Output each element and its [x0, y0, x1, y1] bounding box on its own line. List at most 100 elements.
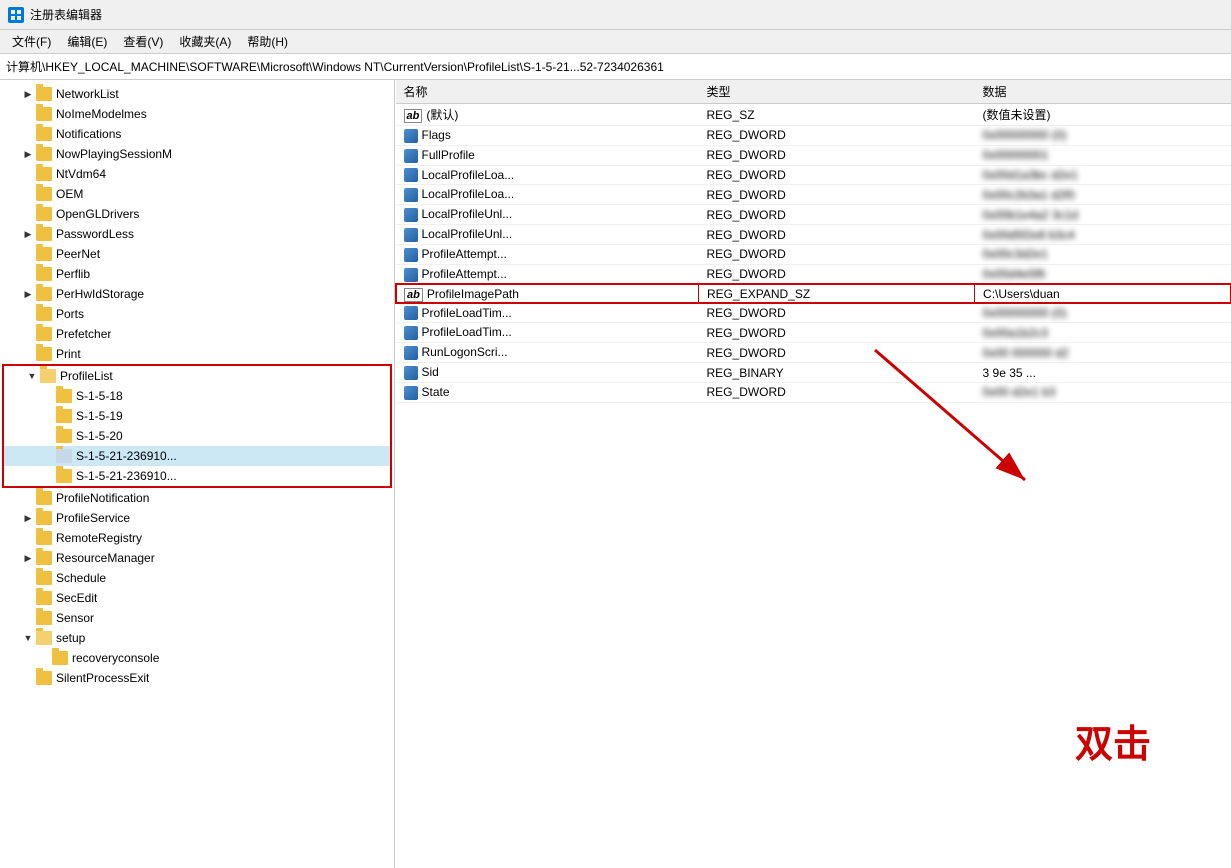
reg-name: LocalProfileUnl...: [396, 205, 699, 225]
table-row[interactable]: ab(默认) REG_SZ (数值未设置): [396, 104, 1231, 126]
tree-label: PasswordLess: [56, 227, 134, 241]
reg-name: LocalProfileUnl...: [396, 225, 699, 245]
tree-item-silentprocessexit[interactable]: SilentProcessExit: [0, 668, 394, 688]
tree-item-s-1-5-20[interactable]: S-1-5-20: [4, 426, 390, 446]
reg-data: 0x00a1b2c3: [975, 323, 1231, 343]
reg-type: REG_DWORD: [699, 264, 975, 284]
tree-label: OpenGLDrivers: [56, 207, 139, 221]
folder-icon: [36, 327, 52, 341]
reg-type: REG_DWORD: [699, 126, 975, 146]
tree-item-notifications[interactable]: Notifications: [0, 124, 394, 144]
table-row[interactable]: Sid REG_BINARY 3 9e 35 ...: [396, 363, 1231, 383]
expand-arrow[interactable]: [20, 146, 36, 162]
folder-icon: [52, 651, 68, 665]
expand-arrow[interactable]: [20, 226, 36, 242]
table-row[interactable]: ProfileAttempt... REG_DWORD 0x00d4e5f6: [396, 264, 1231, 284]
tree-item-profilelist[interactable]: ProfileList: [4, 366, 390, 386]
expand-arrow[interactable]: [20, 286, 36, 302]
tree-item-prefetcher[interactable]: Prefetcher: [0, 324, 394, 344]
tree-item-oem[interactable]: OEM: [0, 184, 394, 204]
tree-item-s-1-5-18[interactable]: S-1-5-18: [4, 386, 390, 406]
tree-item-profilenotification[interactable]: ProfileNotification: [0, 488, 394, 508]
expand-arrow: [20, 570, 36, 586]
tree-label: OEM: [56, 187, 83, 201]
menu-help[interactable]: 帮助(H): [239, 31, 296, 52]
reg-type: REG_DWORD: [699, 225, 975, 245]
tree-item-passwordless[interactable]: PasswordLess: [0, 224, 394, 244]
title-bar: 注册表编辑器: [0, 0, 1231, 30]
expand-arrow: [40, 388, 56, 404]
tree-item-networklist[interactable]: NetworkList: [0, 84, 394, 104]
tree-label: SecEdit: [56, 591, 97, 605]
expand-arrow: [20, 530, 36, 546]
expand-arrow: [20, 610, 36, 626]
tree-item-s-1-5-21-second[interactable]: S-1-5-21-236910...: [4, 466, 390, 486]
tree-item-recoveryconsole[interactable]: recoveryconsole: [0, 648, 394, 668]
tree-item-setup[interactable]: setup: [0, 628, 394, 648]
tree-item-resourcemanager[interactable]: ResourceManager: [0, 548, 394, 568]
table-row[interactable]: LocalProfileLoa... REG_DWORD 0x00c2b3a1 …: [396, 185, 1231, 205]
tree-panel[interactable]: NetworkList NoImeModelmes Notifications …: [0, 80, 395, 868]
folder-icon: [40, 369, 56, 383]
reg-data: C:\Users\duan: [975, 284, 1231, 303]
expand-arrow[interactable]: [24, 368, 40, 384]
table-row[interactable]: Flags REG_DWORD 0x00000000 (0): [396, 126, 1231, 146]
reg-data: 0x00d1a3bc d2e1: [975, 165, 1231, 185]
reg-name: LocalProfileLoa...: [396, 185, 699, 205]
tree-label: Notifications: [56, 127, 121, 141]
expand-arrow: [20, 326, 36, 342]
reg-type: REG_DWORD: [699, 382, 975, 402]
expand-arrow[interactable]: [20, 510, 36, 526]
folder-icon: [36, 611, 52, 625]
tree-item-perhwidstorage[interactable]: PerHwIdStorage: [0, 284, 394, 304]
reg-data: 0x00d5f2e8 b3c4: [975, 225, 1231, 245]
folder-icon: [36, 571, 52, 585]
tree-item-print[interactable]: Print: [0, 344, 394, 364]
expand-arrow[interactable]: [20, 86, 36, 102]
tree-item-ntvdm64[interactable]: NtVdm64: [0, 164, 394, 184]
table-row-profileimagepath[interactable]: abProfileImagePath REG_EXPAND_SZ C:\User…: [396, 284, 1231, 303]
table-row[interactable]: ProfileAttempt... REG_DWORD 0x00c3d2e1: [396, 244, 1231, 264]
table-row[interactable]: State REG_DWORD 0x00 d2e1 b3: [396, 382, 1231, 402]
tree-item-sensor[interactable]: Sensor: [0, 608, 394, 628]
tree-item-perflib[interactable]: Perflib: [0, 264, 394, 284]
expand-arrow[interactable]: [20, 630, 36, 646]
expand-arrow[interactable]: [20, 550, 36, 566]
tree-item-s-1-5-19[interactable]: S-1-5-19: [4, 406, 390, 426]
reg-type: REG_DWORD: [699, 323, 975, 343]
menu-edit[interactable]: 编辑(E): [59, 31, 115, 52]
table-row[interactable]: ProfileLoadTim... REG_DWORD 0x00a1b2c3: [396, 323, 1231, 343]
tree-item-s-1-5-21-selected[interactable]: S-1-5-21-236910...: [4, 446, 390, 466]
folder-icon: [56, 469, 72, 483]
reg-data: 0x00b1e4a2 3c1d: [975, 205, 1231, 225]
menu-file[interactable]: 文件(F): [4, 31, 59, 52]
right-panel: 名称 类型 数据 ab(默认) REG_SZ (数值未设置): [395, 80, 1231, 868]
reg-name: Sid: [396, 363, 699, 383]
table-row[interactable]: FullProfile REG_DWORD 0x00000001: [396, 145, 1231, 165]
tree-label: S-1-5-21-236910...: [76, 469, 177, 483]
tree-label: recoveryconsole: [72, 651, 159, 665]
table-row[interactable]: RunLogonScri... REG_DWORD 0x00 000000 d2: [396, 343, 1231, 363]
menu-favorites[interactable]: 收藏夹(A): [171, 31, 239, 52]
tree-item-schedule[interactable]: Schedule: [0, 568, 394, 588]
table-row[interactable]: ProfileLoadTim... REG_DWORD 0x00000000 (…: [396, 303, 1231, 323]
tree-item-nowplayingsession[interactable]: NowPlayingSessionM: [0, 144, 394, 164]
tree-item-secedit[interactable]: SecEdit: [0, 588, 394, 608]
menu-view[interactable]: 查看(V): [115, 31, 171, 52]
tree-item-peernet[interactable]: PeerNet: [0, 244, 394, 264]
tree-item-ports[interactable]: Ports: [0, 304, 394, 324]
tree-label: ResourceManager: [56, 551, 155, 565]
reg-name: Flags: [396, 126, 699, 146]
table-row[interactable]: LocalProfileLoa... REG_DWORD 0x00d1a3bc …: [396, 165, 1231, 185]
tree-label: Schedule: [56, 571, 106, 585]
tree-item-remoteregistry[interactable]: RemoteRegistry: [0, 528, 394, 548]
table-row[interactable]: LocalProfileUnl... REG_DWORD 0x00b1e4a2 …: [396, 205, 1231, 225]
tree-item-profileservice[interactable]: ProfileService: [0, 508, 394, 528]
reg-type: REG_DWORD: [699, 145, 975, 165]
table-row[interactable]: LocalProfileUnl... REG_DWORD 0x00d5f2e8 …: [396, 225, 1231, 245]
folder-icon: [36, 551, 52, 565]
tree-label: ProfileService: [56, 511, 130, 525]
tree-item-noimemodelmes[interactable]: NoImeModelmes: [0, 104, 394, 124]
tree-item-opengldrivers[interactable]: OpenGLDrivers: [0, 204, 394, 224]
reg-data: 0x00c2b3a1 d2f0: [975, 185, 1231, 205]
